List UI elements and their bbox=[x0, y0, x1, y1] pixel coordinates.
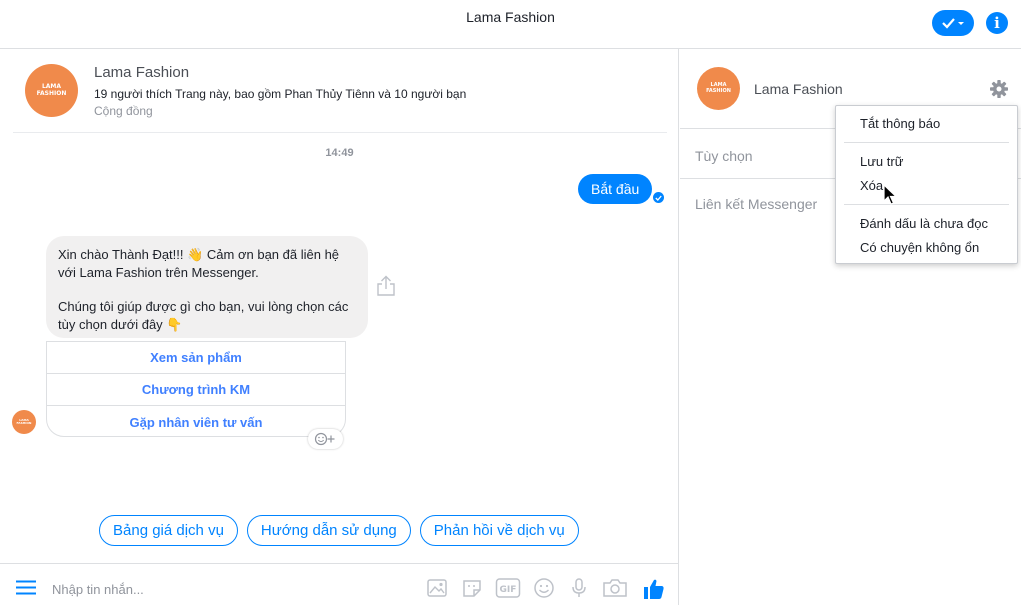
menu-divider bbox=[844, 204, 1009, 205]
gear-icon[interactable] bbox=[989, 79, 1009, 102]
button-template: Xem sản phẩm Chương trình KM Gặp nhân vi… bbox=[46, 341, 346, 437]
sticker-icon[interactable] bbox=[460, 577, 484, 599]
quick-replies: Bảng giá dịch vụ Hướng dẫn sử dụng Phản … bbox=[99, 515, 579, 546]
talk-to-agent-button[interactable]: Gặp nhân viên tư vấn bbox=[47, 406, 345, 438]
photo-icon[interactable] bbox=[425, 577, 449, 599]
share-icon[interactable] bbox=[376, 275, 396, 300]
emoji-icon[interactable] bbox=[532, 577, 556, 599]
info-panel-name[interactable]: Lama Fashion bbox=[754, 81, 843, 97]
page-likes-text: 19 người thích Trang này, bao gồm Phan T… bbox=[94, 87, 467, 101]
message-timestamp: 14:49 bbox=[325, 147, 354, 159]
messenger-link-label: Liên kết Messenger bbox=[695, 196, 818, 212]
chat-panel: LAMA FASHION Lama Fashion 19 người thích… bbox=[0, 49, 679, 605]
add-reaction-button[interactable] bbox=[308, 429, 343, 449]
info-icon[interactable]: i bbox=[986, 12, 1008, 34]
conversation-title: Lama Fashion bbox=[466, 9, 555, 25]
svg-text:GIF: GIF bbox=[500, 585, 517, 595]
page-info-card: LAMA FASHION Lama Fashion 19 người thích… bbox=[13, 49, 667, 133]
quick-reply-pricing[interactable]: Bảng giá dịch vụ bbox=[99, 515, 238, 546]
page-avatar-small[interactable]: LAMA FASHION bbox=[12, 410, 36, 434]
menu-item-delete[interactable]: Xóa bbox=[860, 178, 883, 193]
gif-icon[interactable]: GIF bbox=[495, 577, 521, 599]
page-category: Cộng đồng bbox=[94, 104, 153, 118]
settings-dropdown-menu: Tắt thông báo Lưu trữ Xóa Đánh dấu là ch… bbox=[835, 105, 1018, 264]
promotions-button[interactable]: Chương trình KM bbox=[47, 374, 345, 406]
seen-check-icon bbox=[653, 192, 664, 203]
menu-item-mute[interactable]: Tắt thông báo bbox=[860, 116, 940, 131]
page-logo[interactable]: LAMA FASHION bbox=[25, 64, 78, 117]
page-logo-small[interactable]: LAMA FASHION bbox=[697, 67, 740, 110]
options-label: Tùy chọn bbox=[695, 148, 753, 164]
mouse-pointer-icon bbox=[883, 183, 898, 209]
sent-message[interactable]: Bắt đầu bbox=[578, 174, 653, 204]
message-input[interactable]: Nhập tin nhắn... bbox=[52, 582, 144, 597]
received-message[interactable]: Xin chào Thành Đạt!!! 👋 Cảm ơn bạn đã li… bbox=[46, 236, 368, 338]
menu-item-mark-unread[interactable]: Đánh dấu là chưa đọc bbox=[860, 216, 988, 231]
mark-done-button[interactable] bbox=[932, 10, 974, 36]
menu-item-report-problem[interactable]: Có chuyện không ổn bbox=[860, 240, 979, 255]
received-paragraph-2: Chúng tôi giúp được gì cho bạn, vui lòng… bbox=[58, 299, 349, 332]
menu-item-archive[interactable]: Lưu trữ bbox=[860, 154, 903, 169]
camera-icon[interactable] bbox=[602, 577, 628, 599]
message-composer: Nhập tin nhắn... GIF bbox=[0, 563, 679, 605]
top-bar: Lama Fashion i bbox=[0, 0, 1021, 49]
page-name[interactable]: Lama Fashion bbox=[94, 64, 189, 81]
thumbs-up-icon[interactable] bbox=[642, 577, 666, 604]
received-paragraph-1: Xin chào Thành Đạt!!! 👋 Cảm ơn bạn đã li… bbox=[58, 247, 340, 280]
quick-reply-guide[interactable]: Hướng dẫn sử dụng bbox=[246, 515, 411, 546]
view-products-button[interactable]: Xem sản phẩm bbox=[47, 342, 345, 374]
quick-reply-feedback[interactable]: Phản hồi về dịch vụ bbox=[419, 515, 579, 546]
smiley-plus-icon bbox=[314, 432, 334, 446]
composer-tools: GIF bbox=[425, 577, 628, 599]
menu-icon[interactable] bbox=[16, 580, 36, 598]
checkmark-dropdown-icon bbox=[942, 18, 964, 29]
menu-divider bbox=[844, 142, 1009, 143]
microphone-icon[interactable] bbox=[567, 577, 591, 599]
